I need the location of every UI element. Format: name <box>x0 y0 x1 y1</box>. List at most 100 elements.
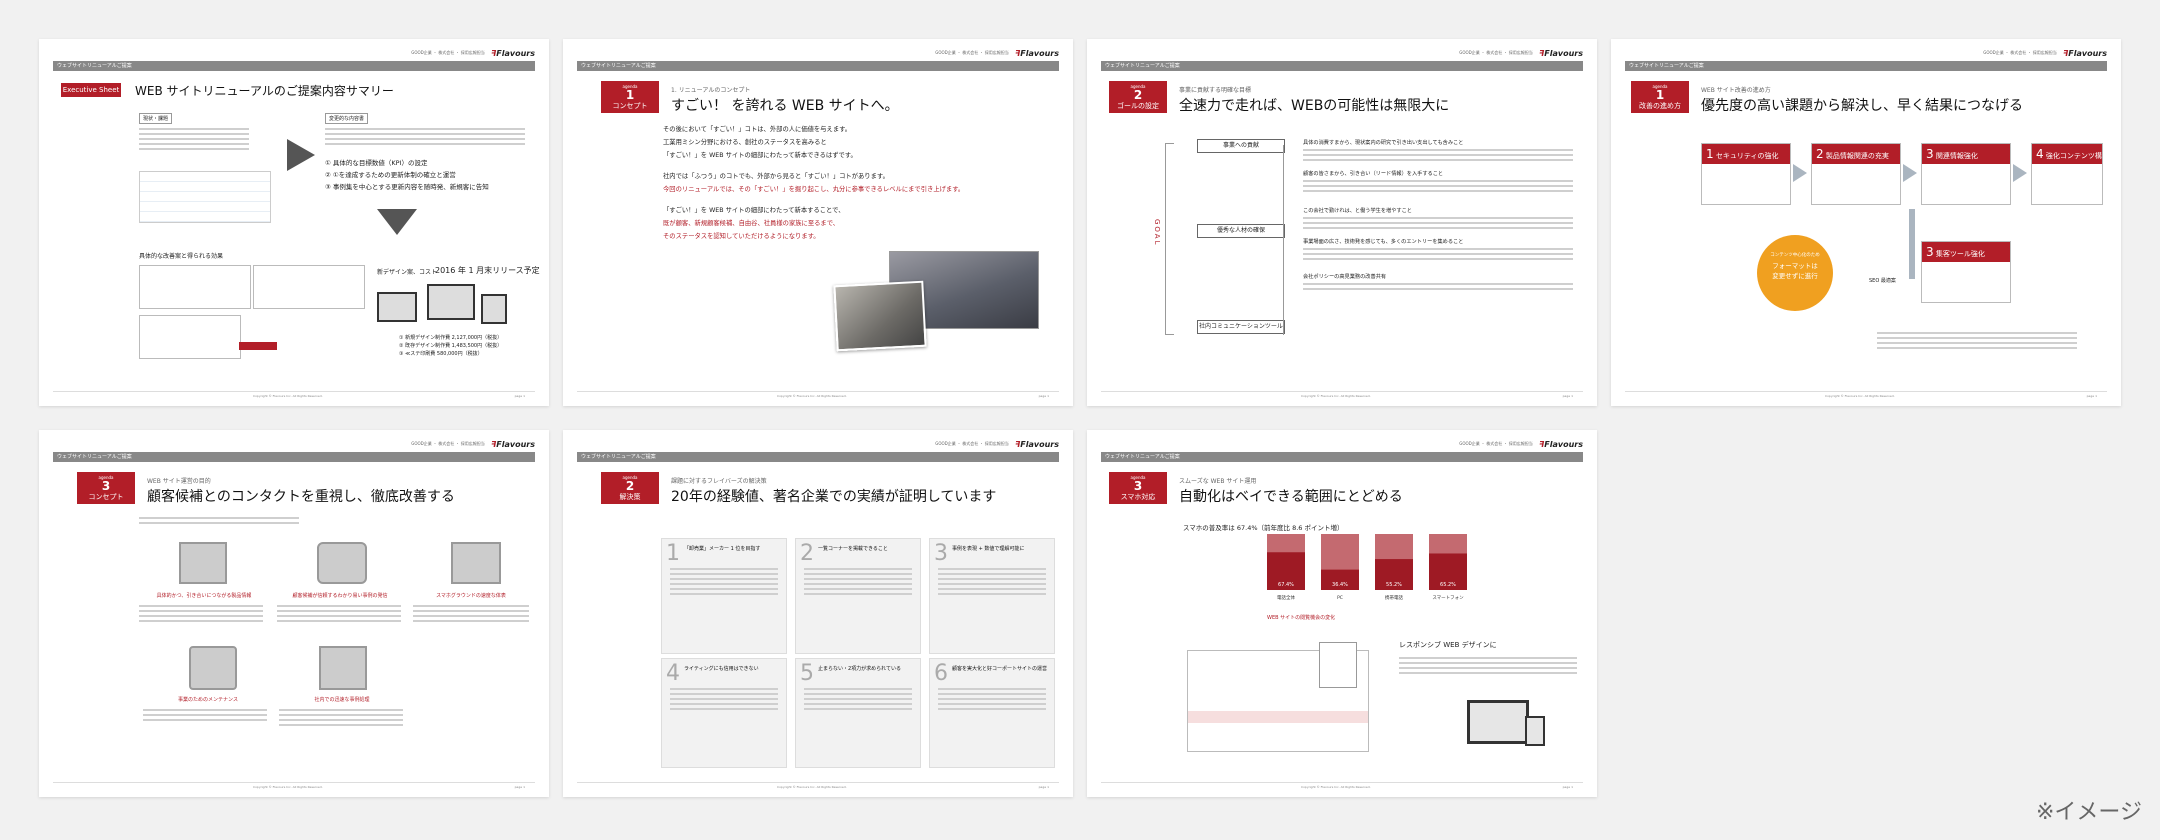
arrow-right-icon <box>1793 164 1807 182</box>
item-1-title: 具体的かつ、引き合いにつながる製品情報 <box>156 593 252 599</box>
item-4-body <box>143 706 267 724</box>
slide-crumb-bar: ウェブサイトリニューアルご提案 <box>53 61 535 71</box>
agenda-badge: agenda 3 コンセプト <box>77 472 135 504</box>
step-2-box: 2 製品情報関連の充実 <box>1811 143 1901 205</box>
bar-value-label: 65.2% <box>1440 582 1456 588</box>
slide-executive-summary: GOOD企業 ・ 株式会社 ・ 採用広報担当 ꟻFlavours ウェブサイトリニ… <box>39 39 549 406</box>
arrow-right-icon <box>1903 164 1917 182</box>
intro-lines <box>139 514 299 527</box>
goal-tree-lines <box>1283 145 1298 335</box>
smartphone-usage-chart: 67.4% 電話全体 36.4% PC 55.2% 携帯電話 65.2% スマートフォン <box>1267 534 1467 601</box>
item-2-title: 顧客候補が信頼するわかり易い事例の発信 <box>292 593 388 599</box>
format-circle: コンテンツ中心化のため フォーマットは 変更せずに進行 <box>1757 235 1833 311</box>
goal-node-2: 優秀な人材の確保 <box>1197 224 1285 238</box>
brochure-icon <box>179 542 227 584</box>
monitor-icon <box>319 646 367 690</box>
category-label: 電話全体 <box>1277 594 1295 601</box>
factory-photo-bottom <box>833 280 927 352</box>
goal-descriptions: 具体の消費すまから、現状案内の研究で引き出い支出しても含みこと 顧客の皆さまから… <box>1303 139 1573 293</box>
slide-kicker: 事業に貢献する明確な目標 <box>1179 87 1252 94</box>
slide-crumb-bar: ウェブサイトリニューアルご提案 <box>577 452 1059 462</box>
right-arrow-icon <box>287 139 315 171</box>
slide-header: GOOD企業 ・ 株式会社 ・ 採用広報担当 ꟻFlavours <box>411 48 535 58</box>
step-4-box: 4 強化コンテンツ構築 <box>2031 143 2103 205</box>
slide-smartphone: GOOD企業 ・ 株式会社 ・ 採用広報担当 ꟻFlavours ウェブサイトリニ… <box>1087 430 1597 797</box>
bar-value-label: 67.4% <box>1278 582 1294 588</box>
slide-footer: Copyright © Flavours Inc. All Rights Res… <box>53 391 535 398</box>
responsive-heading: レスポンシブ WEB デザインに <box>1399 641 1497 649</box>
slide-title: すごい！ を誇れる WEB サイトへ。 <box>671 98 899 114</box>
flavours-logo: ꟻFlavours <box>1014 48 1059 58</box>
flavours-logo: ꟻFlavours <box>1538 439 1583 449</box>
people-icon <box>317 542 367 584</box>
category-label: 携帯電話 <box>1385 594 1403 601</box>
slide-crumb-bar: ウェブサイトリニューアルご提案 <box>1101 61 1583 71</box>
agenda-badge: agenda 1 改善の進め方 <box>1631 81 1689 113</box>
slide-title: 顧客候補とのコンタクトを重視し、徹底改善する <box>147 489 455 505</box>
slide-title: 優先度の高い課題から解決し、早く結果につなげる <box>1701 98 2023 114</box>
seo-label: SEO 最適案 <box>1869 278 1896 284</box>
item-4-title: 事業のためのメンテナンス <box>178 697 238 703</box>
slide-kicker: WEB サイト改善の進め方 <box>1701 87 1771 94</box>
release-label: 2016 年 1 月末リリース予定 <box>435 266 540 275</box>
bar-value-label: 36.4% <box>1332 582 1348 588</box>
item-5-body <box>279 706 403 729</box>
goal-label: GOAL <box>1153 219 1161 247</box>
goal-node-1: 事業への貢献 <box>1197 139 1285 153</box>
slide-kicker: 課題に対するフレイバーズの解決策 <box>671 478 767 485</box>
agenda-badge: agenda 2 ゴールの設定 <box>1109 81 1167 113</box>
phone-mockup <box>1319 642 1357 688</box>
slide-contact: GOOD企業 ・ 株式会社 ・ 採用広報担当 ꟻFlavours ウェブサイトリニ… <box>39 430 549 797</box>
improvement-box-2 <box>253 265 365 309</box>
solution-card-6: 6 顧客を実大化と好コーポートサイトの運営 <box>929 658 1055 768</box>
item-3-title: スマホグラウンドの速度な体表 <box>436 593 506 599</box>
solution-card-1: 1 「卸売業」メーカー 1 位を目指す <box>661 538 787 654</box>
solution-card-3: 3 事例を表現 + 数値で理解可能に <box>929 538 1055 654</box>
lower-heading: 具体的な改善案と得られる効果 <box>139 253 224 260</box>
process-notes <box>1877 329 2077 352</box>
slide-kicker: 1. リニューアルのコンセプト <box>671 87 751 94</box>
agenda-badge: agenda 2 解決策 <box>601 472 659 504</box>
flavours-logo: ꟻFlavours <box>1014 439 1059 449</box>
item-3-body <box>413 602 529 625</box>
maintenance-icon <box>189 646 237 690</box>
agenda-badge: agenda 1 コンセプト <box>601 81 659 113</box>
summary-table <box>139 171 271 223</box>
slide-title: 20年の経験値、著名企業での実績が証明しています <box>671 489 997 505</box>
slide-crumb-bar: ウェブサイトリニューアルご提案 <box>1625 61 2107 71</box>
slide-goal: GOOD企業 ・ 株式会社 ・ 採用広報担当 ꟻFlavours ウェブサイトリニ… <box>1087 39 1597 406</box>
step-3-box: 3 関連情報強化 <box>1921 143 2011 205</box>
slide-concept: GOOD企業 ・ 株式会社 ・ 採用広報担当 ꟻFlavours ウェブサイトリニ… <box>563 39 1073 406</box>
item-2-body <box>277 602 401 625</box>
effect-box <box>139 315 241 359</box>
item-5-title: 社内での迅速な事例処理 <box>314 697 370 703</box>
step-5-box: 3 集客ツール強化 <box>1921 241 2011 303</box>
right-heading: 変更的な内容書 <box>325 113 369 124</box>
responsive-lines <box>1399 654 1577 677</box>
solution-card-5: 5 止まらない・2項力が求められている <box>795 658 921 768</box>
kpi-points: ① 具体的な目標数値（KPI）の設定 ② ①を達成するための更新体制の確立と運営… <box>325 159 489 191</box>
slide-kicker: WEB サイト運営の目的 <box>147 478 211 485</box>
step-1-box: 1 セキュリティの強化 <box>1701 143 1791 205</box>
slide-crumb-bar: ウェブサイトリニューアルご提案 <box>577 61 1059 71</box>
bar-value-label: 55.2% <box>1386 582 1402 588</box>
slide-title: WEB サイトリニューアルのご提案内容サマリー <box>135 84 394 98</box>
slide-crumb-bar: ウェブサイトリニューアルご提案 <box>1101 452 1583 462</box>
responsive-devices <box>1467 700 1547 748</box>
goal-node-3: 社内コミュニケーションツール <box>1197 320 1285 334</box>
flavours-logo: ꟻFlavours <box>490 439 535 449</box>
chart-note: WEB サイトの閲覧機会の変化 <box>1267 615 1336 621</box>
down-arrow-icon <box>377 209 417 235</box>
left-heading: 現状・課題 <box>139 113 173 124</box>
slide-title: 全速力で走れば、WEBの可能性は無限大に <box>1179 98 1450 114</box>
arrow-down-icon <box>1909 209 1915 279</box>
smartphone-lead: スマホの普及率は 67.4%（前年度比 8.6 ポイント増） <box>1183 524 1344 532</box>
image-note: ※イメージ <box>2036 800 2142 825</box>
category-label: スマートフォン <box>1432 595 1464 601</box>
cost-list: ① 新規デザイン制作費 2,127,000円（税抜） ② 既存デザイン制作費 1… <box>399 335 503 357</box>
executive-sheet-badge: Executive Sheet <box>61 83 121 97</box>
devices-icon <box>451 542 501 584</box>
item-1-body <box>139 602 263 625</box>
improvement-box-1 <box>139 265 251 309</box>
effect-red-button <box>239 342 277 350</box>
